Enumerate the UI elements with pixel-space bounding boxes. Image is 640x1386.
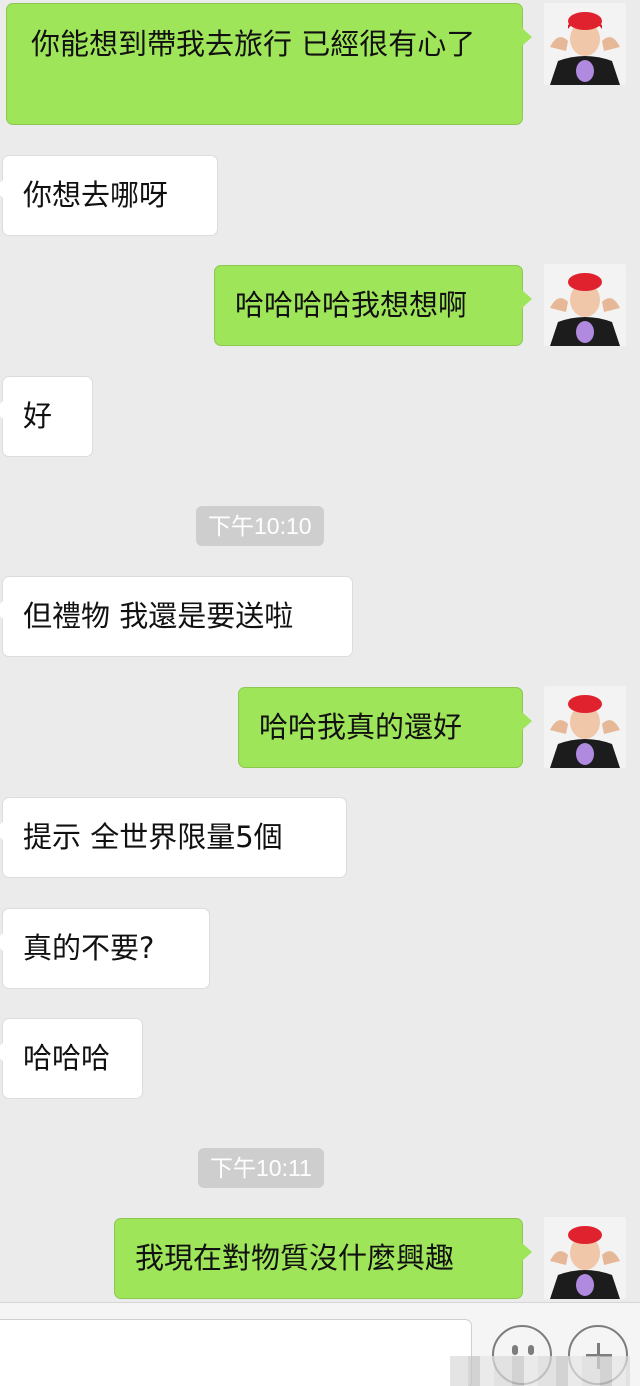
message-text: 哈哈哈哈我想想啊 (235, 288, 468, 322)
avatar[interactable] (544, 1217, 626, 1299)
emoji-eye (512, 1345, 518, 1355)
blurred-watermark (450, 1356, 630, 1386)
message-bubble-outgoing[interactable]: 你能想到帶我去旅行 已經很有心了 (6, 3, 532, 125)
message-text: 我現在對物質沒什麼興趣 (135, 1241, 455, 1275)
message-text: 哈哈哈 (23, 1041, 111, 1075)
message-bubble-incoming[interactable]: 好 (0, 376, 93, 457)
emoji-eye (528, 1345, 534, 1355)
avatar-image (544, 264, 626, 346)
avatar[interactable] (544, 3, 626, 85)
message-text: 但禮物 我還是要送啦 (23, 599, 294, 633)
message-text: 真的不要? (23, 931, 155, 965)
avatar[interactable] (544, 264, 626, 346)
chat-area: 你能想到帶我去旅行 已經很有心了 你想去哪呀 哈哈哈哈我想想啊 好 下午10:1… (0, 0, 640, 1302)
message-bubble-incoming[interactable]: 但禮物 我還是要送啦 (0, 576, 353, 657)
message-text: 提示 全世界限量5個 (23, 820, 283, 854)
message-bubble-outgoing[interactable]: 哈哈哈哈我想想啊 (214, 265, 532, 346)
message-text: 你能想到帶我去旅行 已經很有心了 (31, 27, 476, 61)
message-text: 好 (23, 399, 53, 433)
message-bubble-incoming[interactable]: 哈哈哈 (0, 1018, 143, 1099)
message-text: 哈哈我真的還好 (259, 710, 463, 744)
avatar-image (544, 3, 626, 85)
message-bubble-outgoing[interactable]: 我現在對物質沒什麼興趣 (114, 1218, 532, 1299)
message-bubble-incoming[interactable]: 提示 全世界限量5個 (0, 797, 347, 878)
timestamp: 下午10:10 (196, 506, 324, 546)
message-bubble-incoming[interactable]: 你想去哪呀 (0, 155, 218, 236)
message-input[interactable] (0, 1319, 472, 1386)
message-bubble-outgoing[interactable]: 哈哈我真的還好 (238, 687, 532, 768)
avatar-image (544, 686, 626, 768)
avatar-image (544, 1217, 626, 1299)
avatar[interactable] (544, 686, 626, 768)
message-text: 你想去哪呀 (23, 178, 169, 212)
message-bubble-incoming[interactable]: 真的不要? (0, 908, 210, 989)
timestamp: 下午10:11 (198, 1148, 324, 1188)
